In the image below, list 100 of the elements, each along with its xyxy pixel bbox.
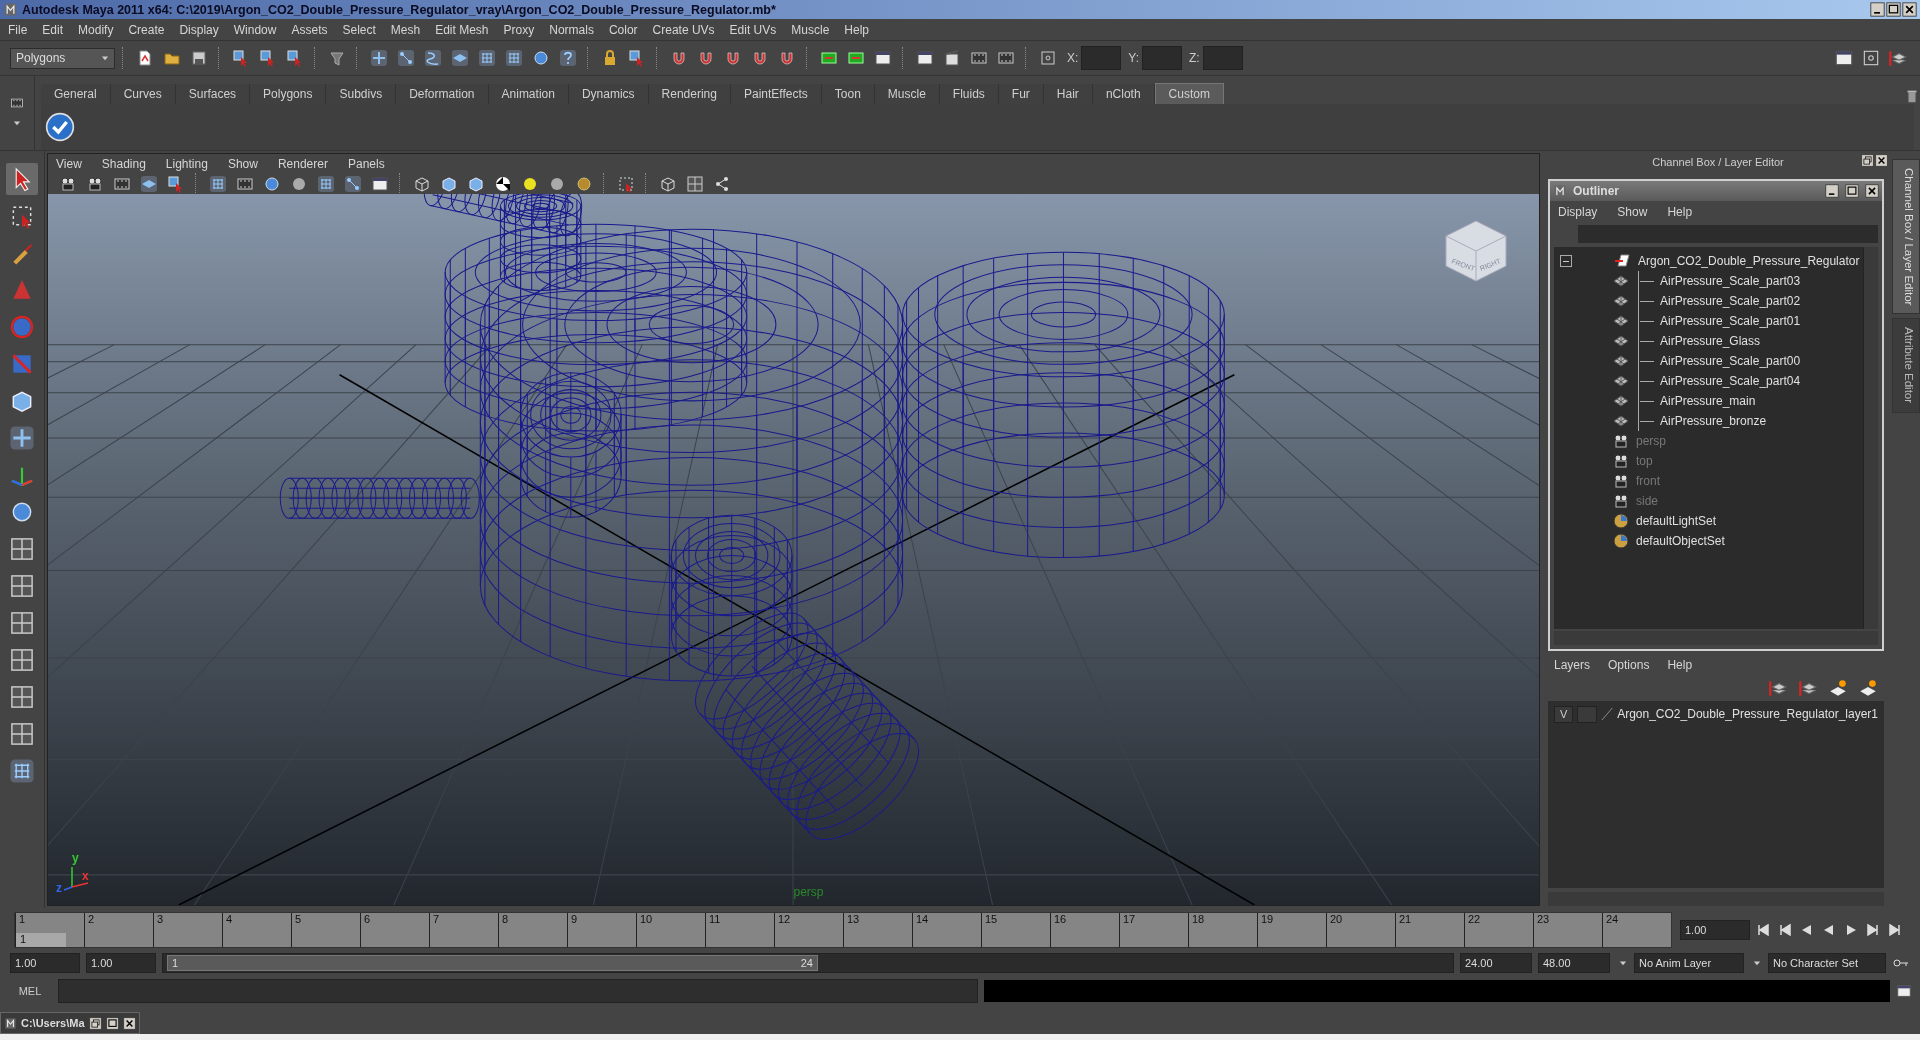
menu-item[interactable]: Window (233, 22, 277, 37)
grid-icon[interactable] (505, 49, 523, 67)
wireframe-cube-icon[interactable] (659, 175, 677, 193)
move-icon[interactable] (370, 49, 388, 67)
shelf-tab[interactable]: Deformation (396, 84, 489, 104)
minimize-icon[interactable] (1825, 184, 1839, 198)
save-icon[interactable] (190, 49, 208, 67)
layout-icon[interactable] (686, 175, 704, 193)
maximize-icon[interactable] (1886, 2, 1901, 17)
plane-icon[interactable] (140, 175, 158, 193)
restore-icon[interactable] (1861, 154, 1874, 167)
selection-icon[interactable] (232, 49, 250, 67)
frame-ruler[interactable]: 1 1 2 3 4 5 6 7 8 9 10 11 12 13 14 15 16 17 18 19 20 21 22 23 24 (14, 912, 1672, 948)
close-icon[interactable] (1875, 154, 1888, 167)
outliner-item[interactable]: Argon_CO2_Double_Pressure_Regulator (1638, 254, 1860, 268)
outliner-item[interactable]: defaultLightSet (1636, 514, 1717, 528)
viewport-menu-item[interactable]: Shading (101, 157, 146, 171)
maximize-icon[interactable] (1845, 184, 1859, 198)
shelf-tab[interactable]: Rendering (648, 84, 731, 104)
shelf-tab[interactable]: Fur (998, 84, 1044, 104)
outliner-item[interactable]: AirPressure_main (1660, 394, 1756, 408)
magnet-icon[interactable] (778, 49, 796, 67)
command-input-field[interactable] (58, 979, 978, 1003)
mode-dropdown[interactable]: Polygons (10, 47, 115, 69)
film-icon[interactable] (113, 175, 131, 193)
shelf-tab[interactable]: PaintEffects (730, 84, 822, 104)
template-toggle[interactable] (1577, 705, 1597, 723)
coordinate-field[interactable] (1142, 46, 1183, 70)
selection-icon[interactable] (286, 49, 304, 67)
side-tab[interactable]: Channel Box / Layer Editor (1892, 159, 1920, 315)
side-tab[interactable]: Attribute Editor (1892, 318, 1920, 413)
shelf-tab[interactable]: General (41, 84, 111, 104)
vertical-scrollbar[interactable] (1863, 247, 1878, 629)
shiny-sphere-icon[interactable] (575, 175, 593, 193)
menu-item[interactable]: Create UVs (652, 22, 715, 37)
viewport-menu-item[interactable]: Renderer (277, 157, 328, 171)
shelf-tab[interactable]: Polygons (250, 84, 327, 104)
restore-icon[interactable] (88, 1016, 102, 1030)
shelf-tab[interactable]: Curves (110, 84, 176, 104)
outliner-item[interactable]: AirPressure_Scale_part00 (1660, 354, 1801, 368)
start-time-field[interactable]: 1.00 (10, 953, 80, 973)
shelf-tab[interactable]: Animation (488, 84, 569, 104)
current-time-field[interactable]: 1.00 (1680, 920, 1750, 940)
character-set-dropdown[interactable]: No Character Set (1768, 953, 1886, 973)
new-layer-icon[interactable] (1858, 678, 1878, 698)
menu-item[interactable]: Proxy (503, 22, 535, 37)
menu-item[interactable]: Edit UVs (729, 22, 777, 37)
help-icon[interactable] (559, 49, 577, 67)
menu-item[interactable]: Select (342, 22, 376, 37)
outliner-item[interactable]: AirPressure_Scale_part02 (1660, 294, 1801, 308)
layout-icon[interactable] (9, 684, 35, 710)
shelf-tab[interactable]: Fluids (939, 84, 999, 104)
layer-name[interactable]: Argon_CO2_Double_Pressure_Regulator_layer1 (1617, 707, 1878, 721)
shelf-tab[interactable]: Toon (821, 84, 875, 104)
grid-icon[interactable] (478, 49, 496, 67)
share-icon[interactable] (713, 175, 731, 193)
plane-icon[interactable] (451, 49, 469, 67)
magnet-icon[interactable] (697, 49, 715, 67)
coordinate-field[interactable] (1081, 46, 1122, 70)
nodes-icon[interactable] (344, 175, 362, 193)
menu-item[interactable]: Edit (42, 22, 64, 37)
menu-item[interactable]: Create (128, 22, 165, 37)
move-icon[interactable] (9, 425, 35, 451)
outliner-item[interactable]: AirPressure_Scale_part03 (1660, 274, 1801, 288)
menu-item[interactable]: Help (844, 22, 869, 37)
film-icon[interactable] (997, 49, 1015, 67)
layer-menu-item[interactable]: Options (1608, 658, 1650, 672)
shelf-tab[interactable]: Custom (1154, 83, 1224, 104)
window-icon[interactable] (1896, 983, 1912, 999)
outliner-item[interactable]: AirPressure_Scale_part01 (1660, 314, 1801, 328)
collapse-toggle[interactable] (1560, 255, 1572, 267)
menu-item[interactable]: Display (179, 22, 219, 37)
layer-menu-item[interactable]: Layers (1554, 658, 1591, 672)
menu-item[interactable]: Normals (549, 22, 594, 37)
window-icon[interactable] (874, 49, 892, 67)
shelf-tab[interactable]: Surfaces (175, 84, 251, 104)
layer-stack-icon[interactable] (1768, 678, 1788, 698)
shelf-tab[interactable]: nCloth (1092, 84, 1155, 104)
window-icon[interactable] (1834, 48, 1854, 68)
camera-icon[interactable] (86, 175, 104, 193)
minimize-icon[interactable] (1870, 2, 1885, 17)
command-language-label[interactable]: MEL (8, 985, 52, 997)
light-sphere-icon[interactable] (521, 175, 539, 193)
outliner-item[interactable]: AirPressure_Scale_part04 (1660, 374, 1801, 388)
shelf-tab[interactable]: Dynamics (568, 84, 649, 104)
close-icon[interactable] (1865, 184, 1879, 198)
visibility-toggle[interactable]: V (1554, 705, 1574, 723)
magnet-icon[interactable] (724, 49, 742, 67)
film-icon[interactable] (236, 175, 254, 193)
menu-item[interactable]: Mesh (390, 22, 421, 37)
camera-icon[interactable] (59, 175, 77, 193)
playback-end-field[interactable]: 24.00 (1460, 953, 1532, 973)
clapperboard-icon[interactable] (943, 49, 961, 67)
grid-icon[interactable] (317, 175, 335, 193)
magnet-icon[interactable] (751, 49, 769, 67)
film-icon[interactable] (10, 96, 24, 110)
grid-icon[interactable] (9, 758, 35, 784)
viewport-menu-item[interactable]: Panels (347, 157, 385, 171)
shelf-tab[interactable]: Hair (1043, 84, 1093, 104)
matte-sphere-icon[interactable] (290, 175, 308, 193)
